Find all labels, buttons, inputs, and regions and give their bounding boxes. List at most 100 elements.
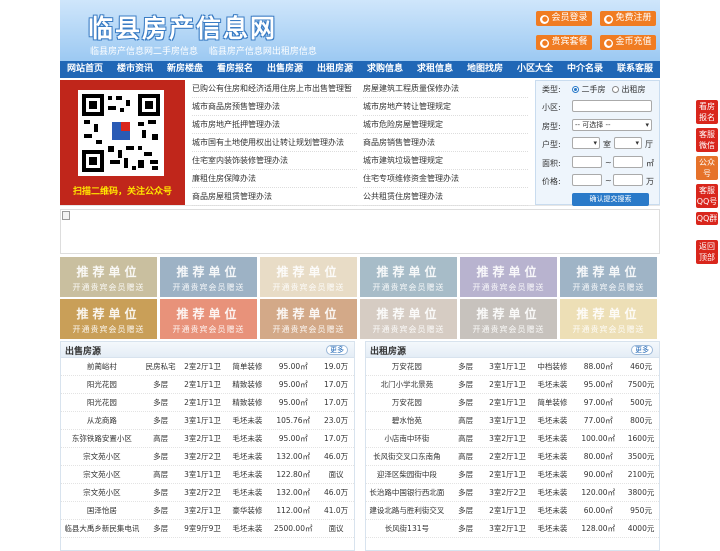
sale-more-link[interactable]: 更多 xyxy=(326,345,348,355)
news-item[interactable]: 城市危险房屋管理规定 xyxy=(363,116,528,134)
hall-select[interactable]: ▾ xyxy=(614,137,642,149)
listing-row[interactable]: 阳光花园 多层 2室1厅1卫 精致装修 95.00㎡ 17.0万 xyxy=(61,376,354,394)
nav-news[interactable]: 楼市资讯 xyxy=(110,61,160,78)
register-button[interactable]: ● 免费注册 xyxy=(600,11,656,26)
type-radio-rent[interactable]: 出租房 xyxy=(612,84,646,95)
listing-row[interactable]: 北门小学北景苑 多层 2室1厅1卫 毛坯未装 95.00㎡ 7500元 xyxy=(366,376,659,394)
promo-tile[interactable]: 推荐单位 开通贵宾会员赠送 xyxy=(260,299,357,339)
nav-contact[interactable]: 联系客服 xyxy=(610,61,660,78)
promo-tile[interactable]: 推荐单位 开通贵宾会员赠送 xyxy=(360,257,457,297)
ad-banner[interactable] xyxy=(60,209,660,254)
news-item[interactable]: 已购公有住房和经济适用住房上市出售管理暂 xyxy=(192,80,357,98)
listing-row[interactable]: 小店南中环街 高层 3室2厅1卫 毛坯未装 100.00㎡ 1600元 xyxy=(366,430,659,448)
float-service-wechat[interactable]: 客服微信 xyxy=(696,128,718,152)
promo-tile[interactable]: 推荐单位 开通贵宾会员赠送 xyxy=(560,257,657,297)
listing-cell[interactable]: 宗文苑小区 xyxy=(61,448,143,465)
login-button[interactable]: ● 会员登录 xyxy=(536,11,592,26)
listing-row[interactable]: 碧水怡苑 高层 3室1厅1卫 毛坯未装 77.00㎡ 800元 xyxy=(366,412,659,430)
listing-row[interactable]: 从龙商路 多层 3室1厅1卫 毛坯未装 105.76㎡ 23.0万 xyxy=(61,412,354,430)
promo-tile[interactable]: 推荐单位 开通贵宾会员赠送 xyxy=(160,299,257,339)
sub-link-rent[interactable]: 临县房产信息网出租房信息 xyxy=(209,47,317,57)
listing-cell[interactable]: 宗文苑小区 xyxy=(61,484,143,501)
type-radio-sale[interactable]: 二手房 xyxy=(572,84,606,95)
float-viewing-signup[interactable]: 看房报名 xyxy=(696,100,718,124)
nav-agents[interactable]: 中介名录 xyxy=(560,61,610,78)
rent-more-link[interactable]: 更多 xyxy=(631,345,653,355)
nav-home[interactable]: 网站首页 xyxy=(60,61,110,78)
listing-row[interactable]: 长治路中国银行西北面 多层 3室2厅2卫 毛坯未装 120.00㎡ 3800元 xyxy=(366,484,659,502)
listing-row[interactable]: 长风街交叉口东南角 高层 2室2厅1卫 毛坯未装 80.00㎡ 3500元 xyxy=(366,448,659,466)
sub-link-sale[interactable]: 临县房产信息网二手房信息 xyxy=(90,47,198,57)
nav-communities[interactable]: 小区大全 xyxy=(510,61,560,78)
listing-row[interactable]: 迎泽区柴园街中段 多层 2室1厅1卫 毛坯未装 90.00㎡ 2100元 xyxy=(366,466,659,484)
listing-cell[interactable]: 从龙商路 xyxy=(61,412,143,429)
listing-row[interactable]: 宗文苑小区 高层 3室1厅1卫 毛坯未装 122.80㎡ 面议 xyxy=(61,466,354,484)
nav-wanted-buy[interactable]: 求购信息 xyxy=(360,61,410,78)
listing-cell[interactable]: 宗文苑小区 xyxy=(61,466,143,483)
nav-new-homes[interactable]: 新房楼盘 xyxy=(160,61,210,78)
nav-map-search[interactable]: 地图找房 xyxy=(460,61,510,78)
float-qq-group[interactable]: QQ群 xyxy=(696,212,718,225)
nav-for-sale[interactable]: 出售房源 xyxy=(260,61,310,78)
room-select[interactable]: ▾ xyxy=(572,137,600,149)
news-item[interactable]: 住宅专项维修资金管理办法 xyxy=(363,170,528,188)
promo-tile[interactable]: 推荐单位 开通贵宾会员赠送 xyxy=(460,299,557,339)
promo-tile[interactable]: 推荐单位 开通贵宾会员赠送 xyxy=(460,257,557,297)
vip-package-button[interactable]: ● 贵宾套餐 xyxy=(536,35,592,50)
listing-row[interactable]: 万安花园 多层 2室1厅1卫 简单装修 97.00㎡ 500元 xyxy=(366,394,659,412)
news-item[interactable]: 房屋建筑工程质量保修办法 xyxy=(363,80,528,98)
listing-cell[interactable]: 长风街交叉口东南角 xyxy=(366,448,448,465)
float-back-to-top[interactable]: 返回顶部 xyxy=(696,240,718,264)
nav-for-rent[interactable]: 出租房源 xyxy=(310,61,360,78)
listing-cell[interactable]: 临县大禹乡新民集电讯 xyxy=(61,520,143,537)
listing-row[interactable]: 东弥铁路安置小区 高层 3室2厅1卫 毛坯未装 95.00㎡ 17.0万 xyxy=(61,430,354,448)
promo-tile[interactable]: 推荐单位 开通贵宾会员赠送 xyxy=(60,257,157,297)
listing-cell[interactable]: 小店南中环街 xyxy=(366,430,448,447)
listing-cell[interactable]: 前蔺峪村 xyxy=(61,358,143,375)
price-min-input[interactable] xyxy=(572,174,602,186)
house-type-select[interactable]: -- 可选择 -- ▾ xyxy=(572,119,652,131)
news-item[interactable]: 廉租住房保障办法 xyxy=(192,170,357,188)
area-min-input[interactable] xyxy=(572,156,602,168)
nav-wanted-rent[interactable]: 求租信息 xyxy=(410,61,460,78)
listing-row[interactable]: 万安花园 多层 3室1厅1卫 中档装修 88.00㎡ 460元 xyxy=(366,358,659,376)
listing-row[interactable]: 建设北路与胜利街交叉 多层 2室1厅1卫 毛坯未装 60.00㎡ 950元 xyxy=(366,502,659,520)
news-item[interactable]: 商品房销售管理办法 xyxy=(363,134,528,152)
listing-cell[interactable]: 东弥铁路安置小区 xyxy=(61,430,143,447)
area-max-input[interactable] xyxy=(613,156,643,168)
listing-cell[interactable]: 长治路中国银行西北面 xyxy=(366,484,448,501)
promo-tile[interactable]: 推荐单位 开通贵宾会员赠送 xyxy=(560,299,657,339)
news-item[interactable]: 住宅室内装饰装修管理办法 xyxy=(192,152,357,170)
listing-cell[interactable]: 北门小学北景苑 xyxy=(366,376,448,393)
price-max-input[interactable] xyxy=(613,174,643,186)
news-item[interactable]: 城市商品房预售管理办法 xyxy=(192,98,357,116)
listing-cell[interactable]: 阳光花园 xyxy=(61,394,143,411)
listing-cell[interactable]: 长风街131号 xyxy=(366,520,448,537)
coin-recharge-button[interactable]: ● 金币充值 xyxy=(600,35,656,50)
promo-tile[interactable]: 推荐单位 开通贵宾会员赠送 xyxy=(60,299,157,339)
promo-tile[interactable]: 推荐单位 开通贵宾会员赠送 xyxy=(360,299,457,339)
listing-row[interactable]: 宗文苑小区 多层 3室2厅2卫 毛坯未装 132.00㎡ 46.0万 xyxy=(61,448,354,466)
listing-row[interactable]: 宗文苑小区 多层 3室2厅2卫 毛坯未装 132.00㎡ 46.0万 xyxy=(61,484,354,502)
promo-tile[interactable]: 推荐单位 开通贵宾会员赠送 xyxy=(160,257,257,297)
listing-row[interactable]: 前蔺峪村 民房私宅 2室2厅1卫 简单装修 95.00㎡ 19.0万 xyxy=(61,358,354,376)
listing-row[interactable]: 国泽怡居 多层 3室2厅1卫 豪华装修 112.00㎡ 41.0万 xyxy=(61,502,354,520)
nav-viewing-signup[interactable]: 看房报名 xyxy=(210,61,260,78)
listing-row[interactable]: 长风街131号 多层 3室2厅1卫 毛坯未装 128.00㎡ 4000元 xyxy=(366,520,659,538)
listing-cell[interactable]: 万安花园 xyxy=(366,358,448,375)
site-logo[interactable]: 临县房产信息网 xyxy=(88,9,277,45)
listing-cell[interactable]: 碧水怡苑 xyxy=(366,412,448,429)
listing-cell[interactable]: 国泽怡居 xyxy=(61,502,143,519)
news-item[interactable]: 城市房地产转让管理规定 xyxy=(363,98,528,116)
listing-cell[interactable]: 万安花园 xyxy=(366,394,448,411)
listing-cell[interactable]: 迎泽区柴园街中段 xyxy=(366,466,448,483)
float-official-account[interactable]: 公众号 xyxy=(696,156,718,180)
news-item[interactable]: 城市房地产抵押管理办法 xyxy=(192,116,357,134)
float-service-qq[interactable]: 客服QQ号 xyxy=(696,184,718,208)
listing-row[interactable]: 阳光花园 多层 2室1厅1卫 精致装修 95.00㎡ 17.0万 xyxy=(61,394,354,412)
news-item[interactable]: 公共租赁住房管理办法 xyxy=(363,188,528,206)
listing-cell[interactable]: 阳光花园 xyxy=(61,376,143,393)
news-item[interactable]: 城市国有土地使用权出让转让规划管理办法 xyxy=(192,134,357,152)
listing-cell[interactable]: 建设北路与胜利街交叉 xyxy=(366,502,448,519)
search-submit-button[interactable]: 确认提交搜索 xyxy=(572,193,649,206)
